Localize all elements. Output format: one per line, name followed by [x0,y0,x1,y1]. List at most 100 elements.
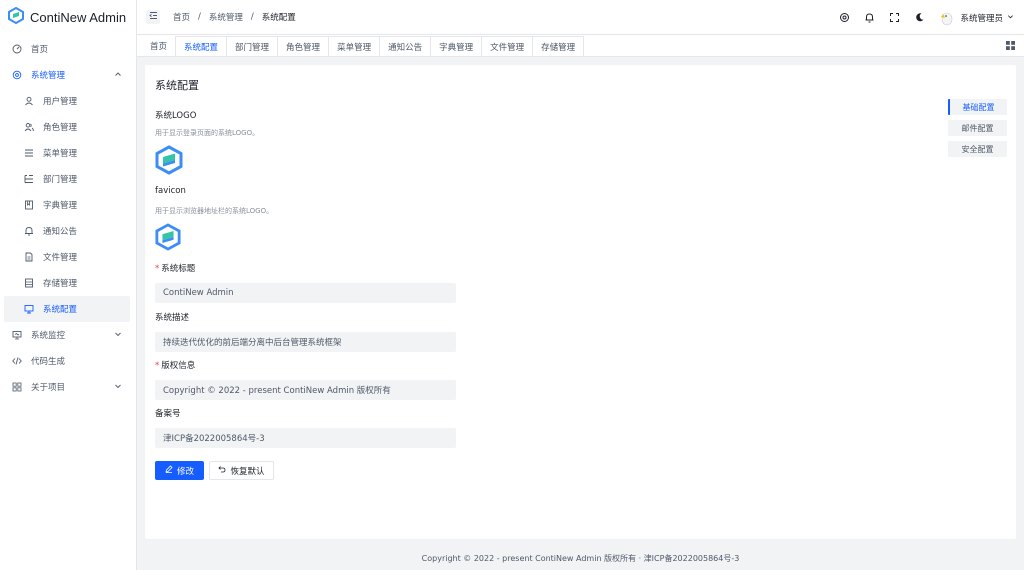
reset-button-label: 恢复默认 [230,466,265,477]
site-desc-label: 系统描述 [155,313,190,323]
favicon-image[interactable] [155,223,181,251]
tab-files[interactable]: 文件管理 [481,36,534,56]
breadcrumb: 首页 / 系统管理 / 系统配置 [173,11,296,23]
reset-button[interactable]: 恢复默认 [209,461,274,480]
sidebar-group-system[interactable]: 系统管理 [4,62,130,88]
sidebar-item-notices[interactable]: 通知公告 [4,218,130,244]
sidebar-item-storage[interactable]: 存储管理 [4,270,130,296]
copyright-input[interactable]: Copyright © 2022 - present ContiNew Admi… [155,380,456,400]
edit-button-label: 修改 [176,466,194,477]
sidebar-item-label: 字典管理 [43,201,78,211]
sidebar-item-home[interactable]: 首页 [4,36,130,62]
anchor-mail[interactable]: 邮件配置 [948,120,1007,136]
sidebar-item-users[interactable]: 用户管理 [4,88,130,114]
tab-dicts[interactable]: 字典管理 [430,36,483,56]
breadcrumb-home[interactable]: 首页 [173,11,190,23]
required-mark: * [155,361,160,371]
menu-fold-icon [148,11,158,23]
settings-icon [12,70,22,80]
sidebar-item-roles[interactable]: 角色管理 [4,114,130,140]
tab-notices[interactable]: 通知公告 [379,36,432,56]
apps-icon [12,382,22,392]
site-desc-input[interactable]: 持续迭代优化的前后端分离中后台管理系统框架 [155,332,456,352]
sidebar-item-label: 部门管理 [43,175,78,185]
apps-icon[interactable] [1005,40,1016,51]
breadcrumb-system[interactable]: 系统管理 [209,11,243,23]
header-actions: 系统管理员 [838,0,1014,35]
beian-label: 备案号 [155,409,181,419]
logo-label: 系统LOGO [155,111,197,121]
settings-icon[interactable] [838,12,850,24]
site-title-label: * 系统标题 [155,262,195,274]
collapse-menu-button[interactable] [146,10,160,24]
sidebar-item-label: 用户管理 [43,97,78,107]
beian-input[interactable]: 津ICP备2022005864号-3 [155,428,456,448]
sidebar-item-label: 菜单管理 [43,149,78,159]
site-title-label-text: 系统标题 [161,264,196,274]
app-logo[interactable]: ContiNew Admin [0,0,136,34]
edit-button[interactable]: 修改 [155,461,204,480]
required-mark: * [155,264,160,274]
breadcrumb-separator: / [198,12,201,22]
dashboard-icon [12,44,22,54]
bell-icon [24,226,34,236]
bookmark-icon [24,200,34,210]
sidebar: ContiNew Admin 首页 系统管理 用户管理 角色管理 菜单管理 部门… [0,0,137,570]
sidebar-item-menus[interactable]: 菜单管理 [4,140,130,166]
moon-icon[interactable] [913,12,925,24]
code-icon [12,356,22,366]
user-name: 系统管理员 [960,13,1003,24]
chevron-down-icon [1007,13,1014,23]
config-card: 系统配置 系统LOGO 用于显示登录页面的系统LOGO。 favicon 用于显… [145,65,1016,539]
bell-icon[interactable] [863,12,875,24]
page-footer: Copyright © 2022 - present ContiNew Admi… [421,554,740,563]
breadcrumb-current: 系统配置 [261,13,296,23]
sidebar-item-label: 系统配置 [43,305,78,315]
monitor-icon [12,330,22,340]
sidebar-item-label: 文件管理 [43,253,78,263]
favicon-desc: 用于显示浏览器地址栏的系统LOGO。 [155,207,274,215]
sidebar-item-label: 系统监控 [31,331,66,341]
anchor-basic[interactable]: 基础配置 [948,99,1007,115]
desktop-icon [24,304,34,314]
sidebar-item-label: 首页 [31,45,49,55]
top-header: 首页 / 系统管理 / 系统配置 系统管理员 [137,0,1024,35]
tab-storage[interactable]: 存储管理 [532,36,585,56]
anchor-security[interactable]: 安全配置 [948,141,1007,157]
chevron-down-icon [114,382,122,393]
sidebar-item-dicts[interactable]: 字典管理 [4,192,130,218]
tab-roles[interactable]: 角色管理 [277,36,330,56]
copyright-label: * 版权信息 [155,359,195,371]
tab-home[interactable]: 首页 [142,36,177,56]
site-title-input[interactable]: ContiNew Admin [155,283,456,303]
sidebar-item-codegen[interactable]: 代码生成 [4,348,130,374]
copyright-label-text: 版权信息 [161,361,196,371]
sidebar-item-label: 角色管理 [43,123,78,133]
menu-list-icon [24,148,34,158]
sidebar-item-sysconfig[interactable]: 系统配置 [4,296,130,322]
sidebar-menu: 首页 系统管理 用户管理 角色管理 菜单管理 部门管理 字典管理 通知公告 文件… [0,34,136,400]
anchor-nav: 基础配置 邮件配置 安全配置 [948,99,1007,162]
tab-depts[interactable]: 部门管理 [226,36,279,56]
user-group-icon [24,122,34,132]
mind-mapping-icon [24,174,34,184]
logo-icon [8,6,24,27]
sidebar-group-about[interactable]: 关于项目 [4,374,130,400]
tab-sysconfig[interactable]: 系统配置 [175,36,228,56]
user-icon [24,96,34,106]
edit-icon [165,465,173,476]
sidebar-item-files[interactable]: 文件管理 [4,244,130,270]
avatar [938,8,957,27]
tab-menus[interactable]: 菜单管理 [328,36,381,56]
page-title: 系统配置 [155,79,199,92]
system-logo-image[interactable] [155,145,183,175]
chevron-up-icon [114,70,122,81]
sidebar-item-depts[interactable]: 部门管理 [4,166,130,192]
sidebar-item-label: 代码生成 [31,357,66,367]
sidebar-group-monitor[interactable]: 系统监控 [4,322,130,348]
user-dropdown[interactable]: 系统管理员 [938,8,1014,27]
chevron-down-icon [114,330,122,341]
fullscreen-icon[interactable] [888,12,900,24]
file-icon [24,252,34,262]
sidebar-item-label: 系统管理 [31,71,66,81]
